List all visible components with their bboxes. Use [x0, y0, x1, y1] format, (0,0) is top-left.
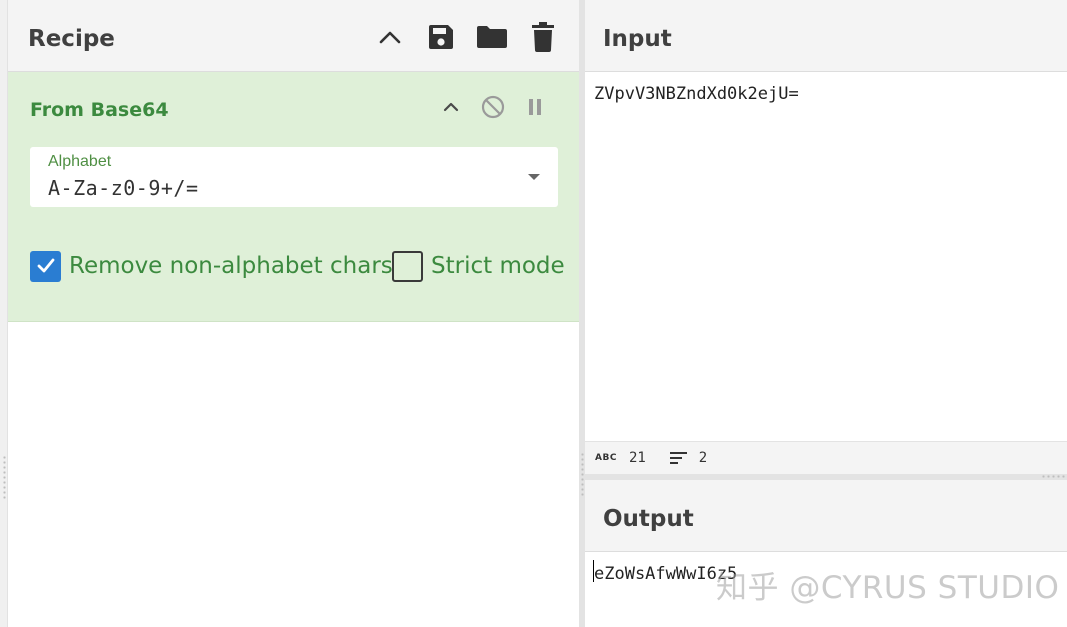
- checkbox-checked-icon[interactable]: [30, 250, 61, 282]
- alphabet-value: A-Za-z0-9+/=: [48, 176, 199, 200]
- save-icon: [429, 25, 453, 49]
- io-splitter-grip[interactable]: [1041, 475, 1067, 478]
- alphabet-select[interactable]: Alphabet A-Za-z0-9+/=: [30, 147, 558, 207]
- disable-icon: [481, 95, 505, 119]
- remove-non-alphabet-checkbox[interactable]: Remove non-alphabet chars: [30, 250, 393, 282]
- output-title: Output: [603, 506, 694, 532]
- line-count-icon: [669, 452, 687, 464]
- chevron-up-icon: [379, 31, 401, 44]
- input-textarea[interactable]: ZVpvV3NBZndXd0k2ejU=: [594, 84, 799, 104]
- collapse-operation-button[interactable]: [436, 92, 466, 122]
- left-gutter: [0, 0, 8, 627]
- breakpoint-button[interactable]: [520, 92, 550, 122]
- strict-mode-label: Strict mode: [431, 253, 565, 279]
- input-title: Input: [603, 26, 672, 52]
- operation-title: From Base64: [30, 99, 169, 121]
- character-count: 21: [628, 450, 646, 466]
- trash-icon: [532, 22, 554, 52]
- chevron-up-icon: [443, 102, 459, 112]
- alphabet-label: Alphabet: [48, 153, 112, 170]
- checkbox-unchecked-icon[interactable]: [392, 250, 423, 282]
- divider-grip[interactable]: [581, 452, 584, 498]
- output-header: Output: [585, 480, 1067, 552]
- load-recipe-button[interactable]: [475, 20, 509, 54]
- folder-icon: [477, 26, 507, 48]
- recipe-header: Recipe: [8, 0, 579, 72]
- pause-icon: [529, 99, 541, 115]
- save-recipe-button[interactable]: [424, 20, 458, 54]
- recipe-title: Recipe: [28, 26, 115, 52]
- disable-operation-button[interactable]: [478, 92, 508, 122]
- cyberchef-window: Recipe From Base64 Alphabet A-Za-z0-9+/=…: [0, 0, 1067, 627]
- input-pane: Input ZVpvV3NBZndXd0k2ejU= ABC 21 2: [585, 0, 1067, 474]
- remove-non-alphabet-label: Remove non-alphabet chars: [69, 253, 393, 279]
- dropdown-caret-icon[interactable]: [528, 174, 540, 180]
- output-textarea[interactable]: eZoWsAfwWwI6z5: [594, 564, 737, 584]
- recipe-pane: Recipe From Base64 Alphabet A-Za-z0-9+/=…: [8, 0, 579, 627]
- collapse-all-button[interactable]: [373, 20, 407, 54]
- input-status-bar: ABC 21 2: [585, 441, 1067, 474]
- line-count: 2: [698, 450, 708, 466]
- character-count-icon: ABC: [595, 453, 617, 463]
- input-header: Input: [585, 0, 1067, 72]
- from-base64-operation: From Base64 Alphabet A-Za-z0-9+/= Remove…: [8, 72, 579, 322]
- strict-mode-checkbox[interactable]: Strict mode: [392, 250, 565, 282]
- left-resize-handle[interactable]: [3, 455, 6, 499]
- clear-recipe-button[interactable]: [526, 20, 560, 54]
- output-pane: Output eZoWsAfwWwI6z5: [585, 480, 1067, 627]
